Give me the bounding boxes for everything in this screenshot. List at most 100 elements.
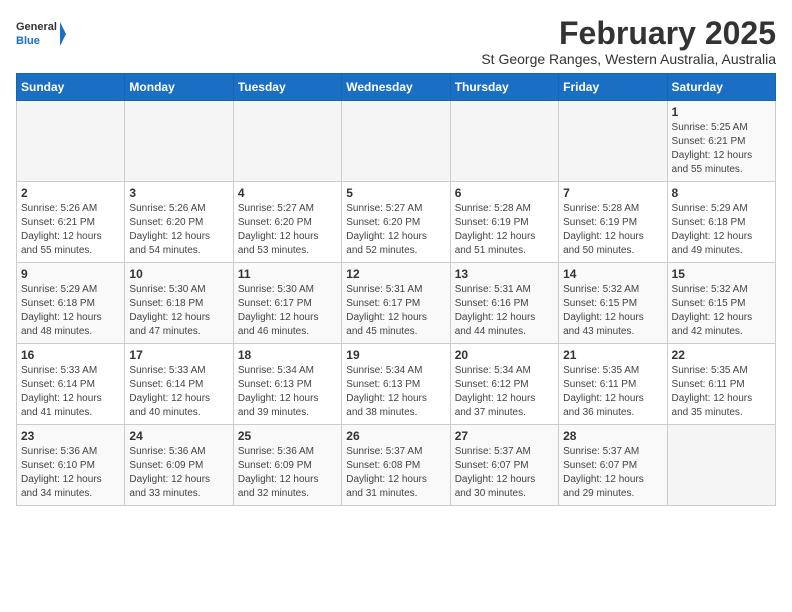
page-header: General Blue February 2025 St George Ran… bbox=[16, 16, 776, 67]
day-info: Sunrise: 5:34 AM Sunset: 6:13 PM Dayligh… bbox=[346, 364, 445, 420]
day-number: 25 bbox=[238, 429, 337, 443]
day-info: Sunrise: 5:32 AM Sunset: 6:15 PM Dayligh… bbox=[672, 283, 771, 339]
day-number: 22 bbox=[672, 348, 771, 362]
day-cell: 23 Sunrise: 5:36 AM Sunset: 6:10 PM Dayli… bbox=[17, 425, 125, 506]
day-cell bbox=[450, 101, 558, 182]
day-info: Sunrise: 5:33 AM Sunset: 6:14 PM Dayligh… bbox=[21, 364, 120, 420]
day-cell: 1Sunrise: 5:25 AM Sunset: 6:21 PM Daylig… bbox=[667, 101, 775, 182]
day-number: 8 bbox=[672, 186, 771, 200]
day-cell: 19 Sunrise: 5:34 AM Sunset: 6:13 PM Dayli… bbox=[342, 344, 450, 425]
day-number: 9 bbox=[21, 267, 120, 281]
day-info: Sunrise: 5:29 AM Sunset: 6:18 PM Dayligh… bbox=[672, 202, 771, 258]
day-cell: 3 Sunrise: 5:26 AM Sunset: 6:20 PM Daylig… bbox=[125, 182, 233, 263]
day-cell: 16 Sunrise: 5:33 AM Sunset: 6:14 PM Dayli… bbox=[17, 344, 125, 425]
header-thursday: Thursday bbox=[450, 74, 558, 101]
header-tuesday: Tuesday bbox=[233, 74, 341, 101]
day-cell: 28 Sunrise: 5:37 AM Sunset: 6:07 PM Dayli… bbox=[559, 425, 667, 506]
day-cell: 4Sunrise: 5:27 AM Sunset: 6:20 PM Daylig… bbox=[233, 182, 341, 263]
day-number: 14 bbox=[563, 267, 662, 281]
week-row-2: 9 Sunrise: 5:29 AM Sunset: 6:18 PM Daylig… bbox=[17, 263, 776, 344]
day-cell: 24 Sunrise: 5:36 AM Sunset: 6:09 PM Dayli… bbox=[125, 425, 233, 506]
day-info: Sunrise: 5:35 AM Sunset: 6:11 PM Dayligh… bbox=[563, 364, 662, 420]
day-info: Sunrise: 5:36 AM Sunset: 6:09 PM Dayligh… bbox=[238, 445, 337, 501]
day-number: 24 bbox=[129, 429, 228, 443]
day-number: 19 bbox=[346, 348, 445, 362]
day-info: Sunrise: 5:37 AM Sunset: 6:08 PM Dayligh… bbox=[346, 445, 445, 501]
day-cell: 26 Sunrise: 5:37 AM Sunset: 6:08 PM Dayli… bbox=[342, 425, 450, 506]
day-number: 28 bbox=[563, 429, 662, 443]
day-cell: 2 Sunrise: 5:26 AM Sunset: 6:21 PM Daylig… bbox=[17, 182, 125, 263]
day-cell bbox=[559, 101, 667, 182]
day-cell: 13 Sunrise: 5:31 AM Sunset: 6:16 PM Dayli… bbox=[450, 263, 558, 344]
week-row-4: 23 Sunrise: 5:36 AM Sunset: 6:10 PM Dayli… bbox=[17, 425, 776, 506]
day-cell: 20Sunrise: 5:34 AM Sunset: 6:12 PM Dayli… bbox=[450, 344, 558, 425]
day-info: Sunrise: 5:29 AM Sunset: 6:18 PM Dayligh… bbox=[21, 283, 120, 339]
day-cell: 7 Sunrise: 5:28 AM Sunset: 6:19 PM Daylig… bbox=[559, 182, 667, 263]
day-number: 15 bbox=[672, 267, 771, 281]
day-info: Sunrise: 5:27 AM Sunset: 6:20 PM Dayligh… bbox=[346, 202, 445, 258]
day-info: Sunrise: 5:28 AM Sunset: 6:19 PM Dayligh… bbox=[563, 202, 662, 258]
page-title: February 2025 bbox=[481, 16, 776, 51]
header-monday: Monday bbox=[125, 74, 233, 101]
day-number: 2 bbox=[21, 186, 120, 200]
day-cell: 9 Sunrise: 5:29 AM Sunset: 6:18 PM Daylig… bbox=[17, 263, 125, 344]
day-cell: 21 Sunrise: 5:35 AM Sunset: 6:11 PM Dayli… bbox=[559, 344, 667, 425]
day-cell: 10Sunrise: 5:30 AM Sunset: 6:18 PM Dayli… bbox=[125, 263, 233, 344]
day-info: Sunrise: 5:34 AM Sunset: 6:13 PM Dayligh… bbox=[238, 364, 337, 420]
page-subtitle: St George Ranges, Western Australia, Aus… bbox=[481, 51, 776, 67]
day-cell: 6 Sunrise: 5:28 AM Sunset: 6:19 PM Daylig… bbox=[450, 182, 558, 263]
day-number: 11 bbox=[238, 267, 337, 281]
title-section: February 2025 St George Ranges, Western … bbox=[481, 16, 776, 67]
day-cell: 5Sunrise: 5:27 AM Sunset: 6:20 PM Daylig… bbox=[342, 182, 450, 263]
day-number: 12 bbox=[346, 267, 445, 281]
day-number: 3 bbox=[129, 186, 228, 200]
day-cell: 14Sunrise: 5:32 AM Sunset: 6:15 PM Dayli… bbox=[559, 263, 667, 344]
day-cell bbox=[342, 101, 450, 182]
header-saturday: Saturday bbox=[667, 74, 775, 101]
day-number: 23 bbox=[21, 429, 120, 443]
day-cell bbox=[125, 101, 233, 182]
day-info: Sunrise: 5:33 AM Sunset: 6:14 PM Dayligh… bbox=[129, 364, 228, 420]
day-cell: 22Sunrise: 5:35 AM Sunset: 6:11 PM Dayli… bbox=[667, 344, 775, 425]
day-number: 6 bbox=[455, 186, 554, 200]
day-info: Sunrise: 5:26 AM Sunset: 6:20 PM Dayligh… bbox=[129, 202, 228, 258]
day-number: 16 bbox=[21, 348, 120, 362]
week-row-1: 2 Sunrise: 5:26 AM Sunset: 6:21 PM Daylig… bbox=[17, 182, 776, 263]
day-info: Sunrise: 5:36 AM Sunset: 6:09 PM Dayligh… bbox=[129, 445, 228, 501]
day-number: 13 bbox=[455, 267, 554, 281]
day-info: Sunrise: 5:30 AM Sunset: 6:18 PM Dayligh… bbox=[129, 283, 228, 339]
calendar-body: 1Sunrise: 5:25 AM Sunset: 6:21 PM Daylig… bbox=[17, 101, 776, 506]
day-cell: 17 Sunrise: 5:33 AM Sunset: 6:14 PM Dayli… bbox=[125, 344, 233, 425]
day-number: 27 bbox=[455, 429, 554, 443]
week-row-3: 16 Sunrise: 5:33 AM Sunset: 6:14 PM Dayli… bbox=[17, 344, 776, 425]
svg-text:Blue: Blue bbox=[16, 35, 40, 47]
day-info: Sunrise: 5:36 AM Sunset: 6:10 PM Dayligh… bbox=[21, 445, 120, 501]
day-info: Sunrise: 5:28 AM Sunset: 6:19 PM Dayligh… bbox=[455, 202, 554, 258]
day-cell: 8 Sunrise: 5:29 AM Sunset: 6:18 PM Daylig… bbox=[667, 182, 775, 263]
day-cell bbox=[667, 425, 775, 506]
svg-text:General: General bbox=[16, 21, 57, 33]
day-info: Sunrise: 5:26 AM Sunset: 6:21 PM Dayligh… bbox=[21, 202, 120, 258]
calendar-table: Sunday Monday Tuesday Wednesday Thursday… bbox=[16, 73, 776, 506]
header-wednesday: Wednesday bbox=[342, 74, 450, 101]
day-number: 21 bbox=[563, 348, 662, 362]
day-cell: 12 Sunrise: 5:31 AM Sunset: 6:17 PM Dayli… bbox=[342, 263, 450, 344]
day-number: 17 bbox=[129, 348, 228, 362]
header-friday: Friday bbox=[559, 74, 667, 101]
day-cell: 15 Sunrise: 5:32 AM Sunset: 6:15 PM Dayli… bbox=[667, 263, 775, 344]
day-info: Sunrise: 5:37 AM Sunset: 6:07 PM Dayligh… bbox=[563, 445, 662, 501]
day-info: Sunrise: 5:27 AM Sunset: 6:20 PM Dayligh… bbox=[238, 202, 337, 258]
day-number: 7 bbox=[563, 186, 662, 200]
day-cell: 27 Sunrise: 5:37 AM Sunset: 6:07 PM Dayli… bbox=[450, 425, 558, 506]
header-sunday: Sunday bbox=[17, 74, 125, 101]
day-number: 26 bbox=[346, 429, 445, 443]
day-info: Sunrise: 5:31 AM Sunset: 6:16 PM Dayligh… bbox=[455, 283, 554, 339]
logo: General Blue bbox=[16, 16, 66, 52]
day-info: Sunrise: 5:37 AM Sunset: 6:07 PM Dayligh… bbox=[455, 445, 554, 501]
day-info: Sunrise: 5:34 AM Sunset: 6:12 PM Dayligh… bbox=[455, 364, 554, 420]
weekday-header-row: Sunday Monday Tuesday Wednesday Thursday… bbox=[17, 74, 776, 101]
day-info: Sunrise: 5:31 AM Sunset: 6:17 PM Dayligh… bbox=[346, 283, 445, 339]
calendar-header: Sunday Monday Tuesday Wednesday Thursday… bbox=[17, 74, 776, 101]
day-cell bbox=[233, 101, 341, 182]
day-info: Sunrise: 5:25 AM Sunset: 6:21 PM Dayligh… bbox=[672, 121, 771, 177]
